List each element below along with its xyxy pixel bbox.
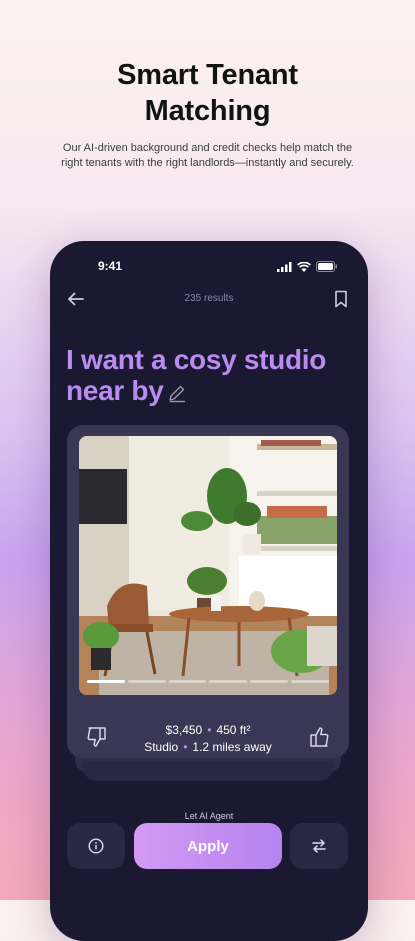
- listing-area: 450 ft²: [216, 723, 251, 737]
- progress-segment: [291, 680, 329, 683]
- wifi-icon: [297, 261, 311, 272]
- pencil-icon[interactable]: [167, 383, 187, 403]
- thumbs-up-icon[interactable]: [307, 725, 331, 749]
- progress-segment: [250, 680, 289, 683]
- separator-dot: •: [207, 723, 212, 737]
- swap-icon: [312, 839, 326, 853]
- progress-segment: [87, 680, 125, 683]
- listing-price: $3,450: [165, 723, 203, 737]
- apply-button[interactable]: Apply: [134, 823, 282, 869]
- status-time: 9:41: [98, 259, 123, 273]
- listing-photo[interactable]: [79, 436, 337, 695]
- progress-segment: [209, 680, 248, 683]
- separator-dot: •: [183, 740, 188, 754]
- listing-distance: 1.2 miles away: [192, 740, 272, 754]
- signal-icon: [277, 261, 292, 272]
- bookmark-icon[interactable]: [334, 290, 348, 308]
- photo-progress: [87, 680, 329, 683]
- listing-type: Studio: [144, 740, 179, 754]
- progress-segment: [127, 680, 166, 683]
- info-icon: [88, 838, 104, 854]
- results-count: 235 results: [184, 293, 234, 304]
- search-prompt[interactable]: I want a cosy studio near by: [66, 344, 346, 406]
- hero-title: Smart Tenant Matching: [0, 57, 415, 129]
- room-illustration: [79, 436, 337, 695]
- nav-bar: 235 results: [50, 289, 368, 311]
- progress-segment: [168, 680, 207, 683]
- battery-icon: [316, 261, 337, 272]
- listing-card[interactable]: $3,450 • 450 ft² Studio • 1.2 miles away: [67, 425, 349, 758]
- swap-button[interactable]: [290, 823, 348, 869]
- hero-subtitle-line2: right tenants with the right landlords—i…: [61, 157, 354, 169]
- hero-subtitle-line1: Our AI-driven background and credit chec…: [62, 142, 353, 154]
- prompt-line2: near by: [66, 375, 164, 406]
- status-bar: 9:41: [50, 259, 368, 275]
- info-button[interactable]: [67, 823, 125, 869]
- prompt-line1: I want a cosy studio: [66, 344, 327, 375]
- card-stack-layer: [83, 761, 333, 781]
- hero-title-line2: Matching: [144, 95, 271, 127]
- listing-info: $3,450 • 450 ft² Studio • 1.2 miles away: [117, 722, 299, 756]
- thumbs-down-icon[interactable]: [85, 725, 109, 749]
- ai-agent-label: Let AI Agent: [184, 811, 234, 821]
- hero-title-line1: Smart Tenant: [117, 59, 298, 91]
- phone-frame: 9:41 235 results I want a cosy studio ne…: [50, 241, 368, 941]
- hero-subtitle: Our AI-driven background and credit chec…: [40, 141, 375, 171]
